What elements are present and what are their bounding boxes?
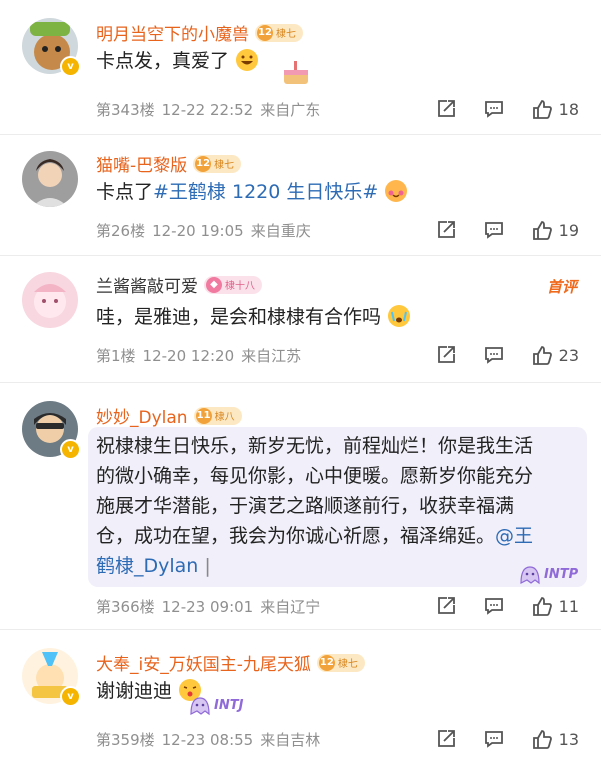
like-count: 13 — [558, 729, 579, 749]
ghost-icon — [520, 566, 540, 585]
comment-icon — [484, 731, 503, 748]
comment-item: v 妙妙_Dylan 11 棣八 祝棣棣生日快乐，新岁无忧，前程灿烂！你是我生活 … — [0, 383, 601, 630]
comment-icon — [484, 222, 503, 239]
fan-level-badge: 12 棣七 — [193, 154, 242, 173]
share-button[interactable] — [435, 98, 457, 120]
fan-level-badge: 12 棣七 — [255, 23, 303, 42]
comment-meta: 第343楼 12-22 22:52 来自广东 — [96, 100, 321, 119]
verified-icon: v — [60, 439, 81, 460]
comment-item: 猫嘴-巴黎版 12 棣七 卡点了#王鹤棣 1220 生日快乐# 第26楼 12-20… — [0, 135, 601, 256]
avatar[interactable] — [22, 151, 78, 207]
ghost-icon — [190, 697, 210, 716]
comment-meta: 第26楼 12-20 19:05 来自重庆 — [96, 221, 311, 240]
share-icon — [437, 100, 455, 117]
comment-item: v 明月当空下的小魔兽 12 棣七 卡点发，真爱了 第343楼 12-22 22:5… — [0, 0, 601, 135]
comment-item: 兰酱酱敲可爱 ◆ 棣十八 首评 哇，是雅迪，是会和棣棣有合作吗 第1楼 12-20 … — [0, 256, 601, 383]
share-icon — [437, 597, 455, 614]
fan-level-badge: 12 棣七 — [316, 653, 365, 672]
reply-button[interactable] — [483, 728, 505, 750]
avatar[interactable] — [22, 272, 78, 328]
like-button[interactable]: 23 — [531, 344, 579, 366]
share-icon — [437, 221, 455, 238]
comment-icon — [484, 347, 503, 364]
comment-text: 卡点发，真爱了 — [96, 46, 573, 76]
reply-button[interactable] — [483, 98, 505, 120]
verified-icon: v — [60, 56, 81, 77]
mbti-sticker: INTJ — [188, 694, 243, 716]
comment-text: 卡点了#王鹤棣 1220 生日快乐# — [96, 177, 573, 207]
mention-link[interactable]: @王 — [495, 525, 533, 547]
comment-meta: 第1楼 12-20 12:20 来自江苏 — [96, 346, 302, 365]
like-count: 11 — [558, 596, 579, 616]
like-button[interactable]: 13 — [531, 728, 579, 750]
like-icon — [532, 730, 552, 749]
share-button[interactable] — [435, 595, 457, 617]
comment-text: 祝棣棣生日快乐，新岁无忧，前程灿烂！你是我生活 的微小确幸，每见你影，心中便暖。… — [96, 435, 534, 577]
username[interactable]: 猫嘴-巴黎版 — [96, 151, 187, 176]
verified-icon: v — [60, 686, 81, 707]
comment-icon — [484, 598, 503, 615]
mbti-sticker: INTP — [518, 563, 578, 585]
like-button[interactable]: 11 — [531, 595, 579, 617]
like-button[interactable]: 19 — [531, 219, 579, 241]
reply-button[interactable] — [483, 219, 505, 241]
like-icon — [532, 100, 552, 119]
fan-level-badge: ◆ 棣十八 — [204, 275, 262, 294]
like-icon — [532, 597, 552, 616]
reply-button[interactable] — [483, 344, 505, 366]
comment-text: 哇，是雅迪，是会和棣棣有合作吗 — [96, 302, 573, 332]
share-icon — [437, 346, 455, 363]
mention-link[interactable]: 鹤棣_Dylan — [96, 555, 198, 577]
fan-level-badge: 11 棣八 — [193, 406, 242, 425]
like-count: 18 — [558, 99, 579, 119]
diamond-icon: ◆ — [206, 276, 222, 293]
username[interactable]: 兰酱酱敲可爱 — [96, 272, 198, 297]
first-comment-badge: 首评 — [546, 278, 577, 296]
like-count: 23 — [558, 345, 579, 365]
hashtag-link[interactable]: #王鹤棣 1220 生日快乐# — [153, 181, 378, 203]
like-icon — [532, 346, 552, 365]
share-button[interactable] — [435, 219, 457, 241]
username[interactable]: 大奉_i安_万妖国主-九尾天狐 — [96, 650, 311, 675]
comment-item: v 大奉_i安_万妖国主-九尾天狐 12 棣七 谢谢迪迪 INTJ 第359楼 12… — [0, 630, 601, 766]
cake-sticker-icon — [284, 61, 308, 84]
like-icon — [532, 221, 552, 240]
comment-text: 谢谢迪迪 — [96, 676, 573, 706]
like-count: 19 — [558, 220, 579, 240]
username[interactable]: 妙妙_Dylan — [96, 403, 188, 428]
like-button[interactable]: 18 — [531, 98, 579, 120]
share-icon — [437, 730, 455, 747]
comment-meta: 第366楼 12-23 09:01 来自辽宁 — [96, 597, 321, 616]
username[interactable]: 明月当空下的小魔兽 — [96, 20, 249, 45]
share-button[interactable] — [435, 344, 457, 366]
tearful-emoji-icon — [388, 305, 411, 327]
blushing-emoji-icon — [385, 180, 408, 202]
comment-icon — [484, 101, 503, 118]
reply-button[interactable] — [483, 595, 505, 617]
laughing-emoji-icon — [236, 49, 259, 71]
share-button[interactable] — [435, 728, 457, 750]
comment-meta: 第359楼 12-23 08:55 来自吉林 — [96, 730, 321, 749]
